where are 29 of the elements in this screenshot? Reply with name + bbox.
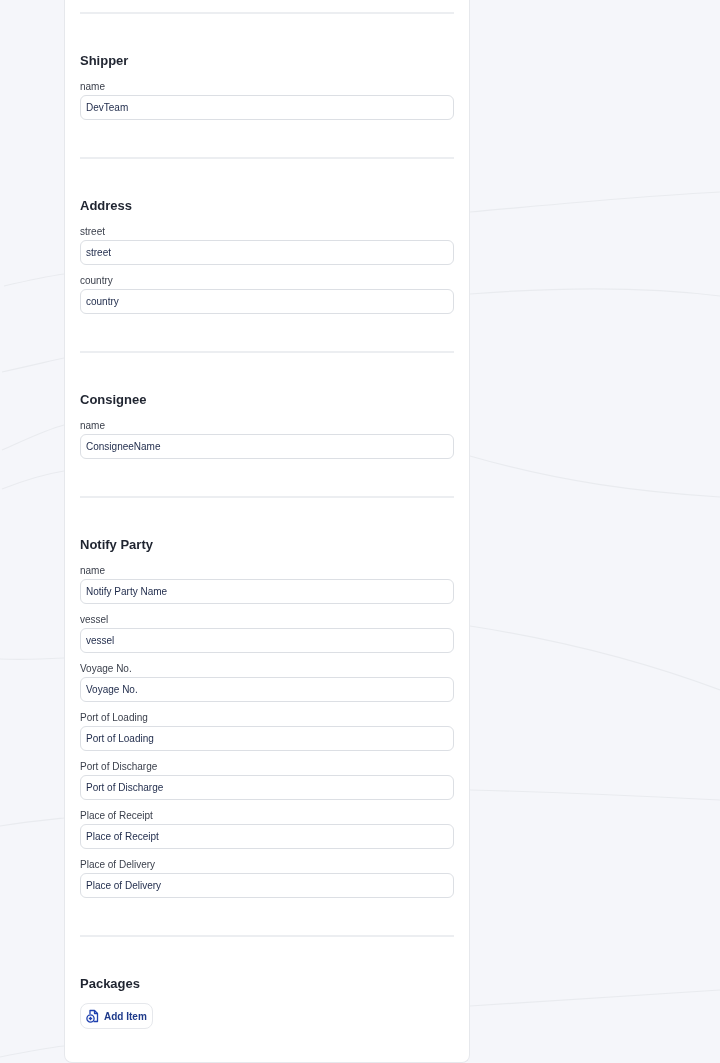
text-input[interactable]: ConsigneeName (80, 434, 454, 459)
add-item-button[interactable]: Add Item (80, 1003, 153, 1029)
field-label: vessel (80, 614, 109, 626)
section-title: Address (80, 197, 133, 215)
text-input[interactable]: Port of Loading (80, 726, 454, 751)
field-label: name (80, 81, 105, 93)
field-label: Port of Discharge (80, 761, 158, 773)
text-input[interactable]: Voyage No. (80, 677, 454, 702)
text-input[interactable]: country (80, 289, 454, 314)
text-input[interactable]: Port of Discharge (80, 775, 454, 800)
field-label: name (80, 420, 105, 432)
text-input[interactable]: Place of Delivery (80, 873, 454, 898)
section-title: Notify Party (80, 536, 153, 554)
document-plus-icon (86, 1009, 99, 1023)
field-label: name (80, 565, 105, 577)
field-label: Voyage No. (80, 663, 132, 675)
field-label: Place of Receipt (80, 810, 153, 822)
text-input[interactable]: Place of Receipt (80, 824, 454, 849)
section-title: Consignee (80, 391, 147, 409)
text-input[interactable]: vessel (80, 628, 454, 653)
text-input[interactable]: DevTeam (80, 95, 454, 120)
field-label: street (80, 226, 105, 238)
section-title: Shipper (80, 52, 129, 70)
section-title: Packages (80, 975, 140, 993)
text-input[interactable]: Notify Party Name (80, 579, 454, 604)
field-label: Place of Delivery (80, 859, 156, 871)
field-label: country (80, 275, 113, 287)
text-input[interactable]: street (80, 240, 454, 265)
field-label: Port of Loading (80, 712, 148, 724)
